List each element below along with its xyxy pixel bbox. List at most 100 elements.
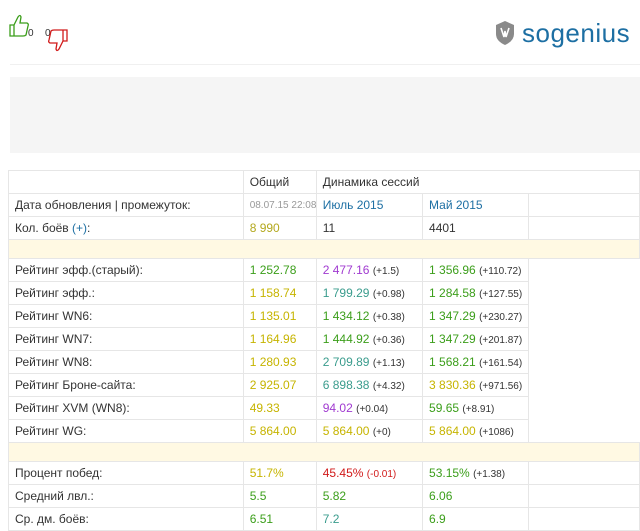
rating-general: 1 158.74 bbox=[242, 281, 317, 305]
rating-value: 94.02 bbox=[322, 401, 353, 415]
partial-period1: 7.2 bbox=[315, 507, 424, 531]
battles-label-text: Кол. боёв bbox=[15, 221, 69, 235]
period-may-2015[interactable]: Май 2015 bbox=[422, 193, 530, 217]
empty-cell bbox=[528, 484, 640, 508]
rating-period1: 1 444.92 (+0.36) bbox=[315, 327, 424, 351]
empty-cell bbox=[528, 461, 640, 485]
avg-level-label: Средний лвл.: bbox=[8, 484, 244, 508]
rating-delta: (+1.13) bbox=[372, 358, 405, 369]
rating-delta: (+0.98) bbox=[372, 289, 405, 300]
rating-period1: 94.02 (+0.04) bbox=[315, 396, 424, 420]
rating-general: 49.33 bbox=[242, 396, 317, 420]
rating-delta: (+0.36) bbox=[372, 335, 405, 346]
rating-value: 1 347.29 bbox=[429, 309, 476, 323]
brand-name: sogenius bbox=[522, 17, 631, 48]
rating-period2: 1 347.29 (+201.87) bbox=[422, 327, 530, 351]
rating-delta: (+1086) bbox=[479, 427, 514, 438]
rating-period2: 5 864.00 (+1086) bbox=[422, 419, 530, 443]
partial-period2: 6.9 bbox=[422, 507, 530, 531]
rating-delta: (+201.87) bbox=[479, 335, 523, 346]
rating-value: 5 864.00 bbox=[429, 424, 476, 438]
update-label: Дата обновления | промежуток: bbox=[8, 193, 244, 217]
header-general: Общий bbox=[242, 170, 317, 194]
spacer-cell bbox=[8, 442, 640, 462]
empty-cell bbox=[528, 507, 640, 531]
avg-level-row: Средний лвл.: 5.5 5.82 6.06 bbox=[8, 484, 640, 508]
rating-value: 6 898.38 bbox=[322, 378, 370, 392]
rating-row: Рейтинг XVM (WN8): 49.33 94.02 (+0.04) 5… bbox=[8, 396, 640, 420]
table-header-row: Общий Динамика сессий bbox=[8, 170, 640, 194]
rating-period1: 5 864.00 (+0) bbox=[315, 419, 424, 443]
battles-plus-link[interactable]: (+) bbox=[72, 221, 87, 235]
rating-value: 2 709.89 bbox=[322, 355, 370, 369]
likes-count: 0 bbox=[28, 28, 34, 39]
rating-period1: 1 434.12 (+0.38) bbox=[315, 304, 424, 328]
rating-delta: (+0.04) bbox=[356, 404, 389, 415]
winrate-value: 45.45% bbox=[322, 466, 364, 480]
rating-general: 1 135.01 bbox=[242, 304, 317, 328]
rating-label: Рейтинг XVM (WN8): bbox=[8, 396, 244, 420]
rating-delta: (+127.55) bbox=[479, 289, 523, 300]
divider bbox=[10, 64, 640, 65]
rating-period2: 59.65 (+8.91) bbox=[422, 396, 530, 420]
spacer-cell bbox=[8, 239, 640, 259]
partial-label: Ср. дм. боёв: bbox=[8, 507, 244, 531]
thumbs-down-icon[interactable] bbox=[46, 27, 72, 55]
battles-label-suffix: : bbox=[87, 221, 91, 235]
top-bar: 0 0 sogenius bbox=[0, 0, 640, 60]
rating-delta: (+0) bbox=[372, 427, 391, 438]
battles-period2: 4401 bbox=[422, 216, 530, 240]
winrate-period2: 53.15% (+1.38) bbox=[422, 461, 530, 485]
winrate-value: 53.15% bbox=[429, 466, 470, 480]
partial-row: Ср. дм. боёв: 6.51 7.2 6.9 bbox=[8, 507, 640, 531]
rating-delta: (+230.27) bbox=[479, 312, 523, 323]
rating-value: 1 284.58 bbox=[429, 286, 476, 300]
rating-value: 1 347.29 bbox=[429, 332, 476, 346]
rating-period1: 2 709.89 (+1.13) bbox=[315, 350, 424, 374]
rating-label: Рейтинг эфф.: bbox=[8, 281, 244, 305]
rating-label: Рейтинг Броне-сайта: bbox=[8, 373, 244, 397]
rating-general: 1 252.78 bbox=[242, 258, 317, 282]
winrate-label: Процент побед: bbox=[8, 461, 244, 485]
empty-cell bbox=[528, 216, 640, 240]
rating-row: Рейтинг WG: 5 864.00 5 864.00 (+0) 5 864… bbox=[8, 419, 640, 443]
winrate-general: 51.7% bbox=[242, 461, 317, 485]
update-date: 08.07.15 22:08 bbox=[242, 193, 317, 217]
avg-level-period1: 5.82 bbox=[315, 484, 424, 508]
rating-delta: (+971.56) bbox=[479, 381, 523, 392]
winrate-delta: (-0.01) bbox=[366, 469, 397, 480]
rating-value: 1 444.92 bbox=[322, 332, 370, 346]
rating-label: Рейтинг эфф.(старый): bbox=[8, 258, 244, 282]
rating-label: Рейтинг WN8: bbox=[8, 350, 244, 374]
rating-general: 2 925.07 bbox=[242, 373, 317, 397]
partial-general: 6.51 bbox=[242, 507, 317, 531]
battles-label: Кол. боёв (+): bbox=[8, 216, 244, 240]
rating-period1: 1 799.29 (+0.98) bbox=[315, 281, 424, 305]
rating-value: 1 356.96 bbox=[429, 263, 476, 277]
empty-cell bbox=[528, 193, 640, 217]
rating-label: Рейтинг WN6: bbox=[8, 304, 244, 328]
rating-row: Рейтинг эфф.: 1 158.74 1 799.29 (+0.98) … bbox=[8, 281, 640, 305]
brand[interactable]: sogenius bbox=[494, 15, 630, 51]
spacer-row bbox=[8, 442, 640, 462]
rating-general: 1 280.93 bbox=[242, 350, 317, 374]
avg-level-general: 5.5 bbox=[242, 484, 317, 508]
rating-row: Рейтинг WN8: 1 280.93 2 709.89 (+1.13) 1… bbox=[8, 350, 640, 374]
header-empty bbox=[8, 170, 244, 194]
rating-row: Рейтинг Броне-сайта: 2 925.07 6 898.38 (… bbox=[8, 373, 640, 397]
rating-value: 5 864.00 bbox=[322, 424, 370, 438]
rating-general: 5 864.00 bbox=[242, 419, 317, 443]
rating-delta: (+8.91) bbox=[462, 404, 495, 415]
rating-value: 1 799.29 bbox=[322, 286, 370, 300]
rating-value: 1 434.12 bbox=[322, 309, 370, 323]
period-july-2015[interactable]: Июль 2015 bbox=[315, 193, 424, 217]
rating-value: 2 477.16 bbox=[322, 263, 370, 277]
update-row: Дата обновления | промежуток: 08.07.15 2… bbox=[8, 193, 640, 217]
rating-value: 59.65 bbox=[429, 401, 460, 415]
rating-general: 1 164.96 bbox=[242, 327, 317, 351]
battles-row: Кол. боёв (+): 8 990 11 4401 bbox=[8, 216, 640, 240]
rating-delta: (+161.54) bbox=[479, 358, 523, 369]
rating-delta: (+0.38) bbox=[372, 312, 405, 323]
rating-row: Рейтинг эфф.(старый): 1 252.78 2 477.16 … bbox=[8, 258, 640, 282]
rating-value: 3 830.36 bbox=[429, 378, 476, 392]
